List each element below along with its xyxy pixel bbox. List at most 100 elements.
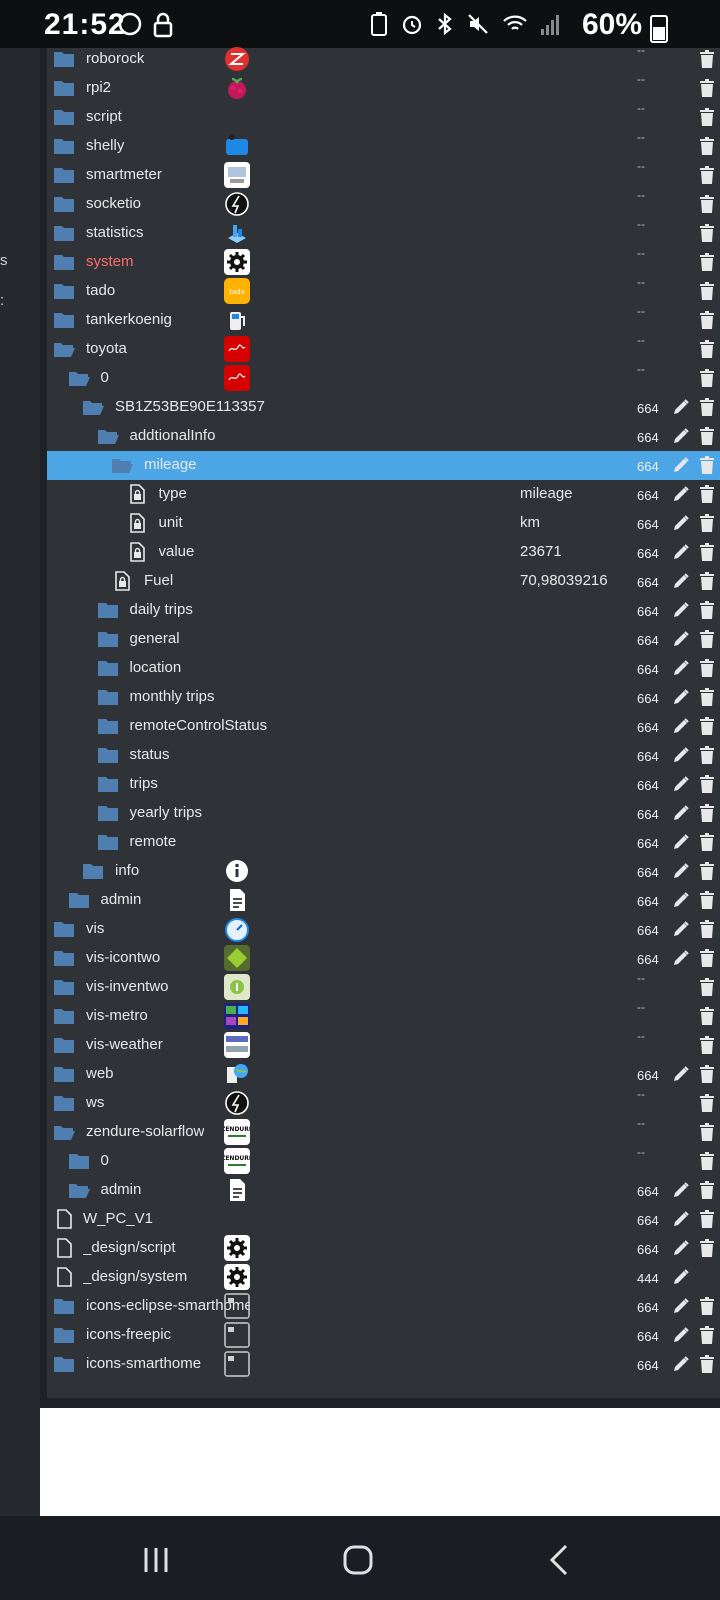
row-type-icon[interactable]	[53, 310, 75, 330]
row-type-icon[interactable]	[82, 397, 104, 417]
tree-row-value[interactable]: km	[520, 514, 540, 531]
row-type-icon[interactable]	[53, 78, 75, 98]
delete-icon[interactable]	[697, 484, 717, 504]
edit-icon[interactable]	[671, 716, 691, 736]
tree-row[interactable]: tankerkoenig --	[47, 304, 720, 335]
tree-row[interactable]: tado tado --	[47, 275, 720, 306]
delete-icon[interactable]	[697, 1238, 717, 1258]
row-type-icon[interactable]	[53, 919, 75, 939]
edit-icon[interactable]	[671, 948, 691, 968]
edit-icon[interactable]	[671, 1238, 691, 1258]
tree-row[interactable]: status 664	[47, 741, 720, 770]
tree-row[interactable]: type mileage 664	[47, 480, 720, 509]
tree-row-value[interactable]: 23671	[520, 543, 562, 560]
edit-icon[interactable]	[671, 890, 691, 910]
row-type-icon[interactable]	[53, 252, 75, 272]
row-type-icon[interactable]	[53, 49, 75, 69]
row-type-icon[interactable]	[97, 774, 119, 794]
tree-row[interactable]: 0 --	[47, 362, 720, 393]
row-type-icon[interactable]	[68, 890, 90, 910]
tree-row[interactable]: vis-weather --	[47, 1029, 720, 1060]
delete-icon[interactable]	[697, 223, 717, 243]
delete-icon[interactable]	[697, 513, 717, 533]
delete-icon[interactable]	[697, 977, 717, 997]
tree-row[interactable]: system --	[47, 246, 720, 277]
row-type-icon[interactable]	[97, 832, 119, 852]
edit-icon[interactable]	[671, 600, 691, 620]
tree-row[interactable]: 0 ZENDURE --	[47, 1145, 720, 1176]
object-tree[interactable]: roborock -- rpi2 -- script -- shelly -- smartmet…	[47, 43, 720, 1398]
delete-icon[interactable]	[697, 49, 717, 69]
edit-icon[interactable]	[671, 397, 691, 417]
back-icon[interactable]	[540, 1540, 580, 1580]
delete-icon[interactable]	[697, 948, 717, 968]
row-type-icon[interactable]	[53, 1093, 75, 1113]
tree-row[interactable]: vis-icontwo 664	[47, 944, 720, 973]
delete-icon[interactable]	[697, 803, 717, 823]
row-type-icon[interactable]	[53, 948, 75, 968]
row-type-icon[interactable]	[68, 1180, 90, 1200]
tree-row[interactable]: ws --	[47, 1087, 720, 1118]
edit-icon[interactable]	[671, 513, 691, 533]
delete-icon[interactable]	[697, 1180, 717, 1200]
row-type-icon[interactable]	[53, 977, 75, 997]
delete-icon[interactable]	[697, 165, 717, 185]
delete-icon[interactable]	[697, 1151, 717, 1171]
row-type-icon[interactable]	[53, 281, 75, 301]
tree-row[interactable]: mileage 664	[47, 451, 720, 480]
row-type-icon[interactable]	[53, 1209, 75, 1229]
delete-icon[interactable]	[697, 194, 717, 214]
edit-icon[interactable]	[671, 426, 691, 446]
edit-icon[interactable]	[671, 1267, 691, 1287]
row-type-icon[interactable]	[111, 571, 133, 591]
tree-row[interactable]: _design/system 444	[47, 1263, 720, 1292]
row-type-icon[interactable]	[53, 339, 75, 359]
row-type-icon[interactable]	[126, 513, 148, 533]
tree-row[interactable]: vis 664	[47, 915, 720, 944]
edit-icon[interactable]	[671, 658, 691, 678]
tree-row[interactable]: icons-freepic 664	[47, 1321, 720, 1350]
tree-row[interactable]: unit km 664	[47, 509, 720, 538]
delete-icon[interactable]	[697, 890, 717, 910]
tree-row[interactable]: zendure-solarflow ZENDURE --	[47, 1116, 720, 1147]
delete-icon[interactable]	[697, 658, 717, 678]
tree-row[interactable]: _design/script 664	[47, 1234, 720, 1263]
delete-icon[interactable]	[697, 426, 717, 446]
tree-row-value[interactable]: 70,98039216	[520, 572, 608, 589]
row-type-icon[interactable]	[53, 194, 75, 214]
delete-icon[interactable]	[697, 745, 717, 765]
delete-icon[interactable]	[697, 600, 717, 620]
delete-icon[interactable]	[697, 774, 717, 794]
row-type-icon[interactable]	[53, 165, 75, 185]
tree-row[interactable]: vis-metro --	[47, 1000, 720, 1031]
tree-row[interactable]: smartmeter --	[47, 159, 720, 190]
edit-icon[interactable]	[671, 1354, 691, 1374]
home-icon[interactable]	[338, 1540, 378, 1580]
edit-icon[interactable]	[671, 629, 691, 649]
edit-icon[interactable]	[671, 1325, 691, 1345]
row-type-icon[interactable]	[97, 687, 119, 707]
tree-row[interactable]: script --	[47, 101, 720, 132]
tree-row[interactable]: value 23671 664	[47, 538, 720, 567]
delete-icon[interactable]	[697, 861, 717, 881]
row-type-icon[interactable]	[97, 716, 119, 736]
tree-row[interactable]: remoteControlStatus 664	[47, 712, 720, 741]
row-type-icon[interactable]	[53, 1122, 75, 1142]
row-type-icon[interactable]	[53, 1006, 75, 1026]
row-type-icon[interactable]	[53, 1267, 75, 1287]
tree-row[interactable]: roborock --	[47, 43, 720, 74]
side-drawer[interactable]: s :	[0, 48, 40, 1516]
row-type-icon[interactable]	[97, 426, 119, 446]
delete-icon[interactable]	[697, 78, 717, 98]
row-type-icon[interactable]	[53, 1035, 75, 1055]
delete-icon[interactable]	[697, 1064, 717, 1084]
edit-icon[interactable]	[671, 455, 691, 475]
row-type-icon[interactable]	[68, 368, 90, 388]
delete-icon[interactable]	[697, 629, 717, 649]
edit-icon[interactable]	[671, 774, 691, 794]
row-type-icon[interactable]	[53, 223, 75, 243]
delete-icon[interactable]	[697, 1093, 717, 1113]
tree-row[interactable]: web 664	[47, 1060, 720, 1089]
row-type-icon[interactable]	[53, 1354, 75, 1374]
edit-icon[interactable]	[671, 571, 691, 591]
